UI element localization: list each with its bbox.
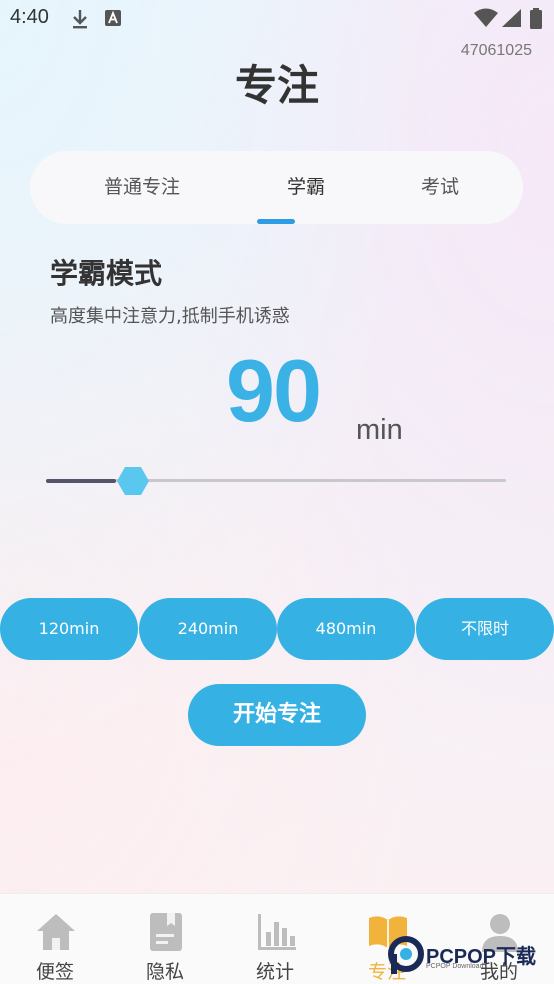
status-time: 4:40 [10, 6, 49, 28]
start-focus-button[interactable]: 开始专注 [188, 684, 366, 746]
watermark-subtext: PCPOP Download [426, 963, 484, 970]
page-title: 专注 [234, 61, 319, 110]
preset-480min-button[interactable]: 480min [277, 598, 415, 660]
nav-label: 统计 [255, 961, 294, 983]
tab-active-indicator [257, 219, 295, 224]
battery-icon [529, 8, 543, 34]
nav-item-privacy[interactable]: 隐私 [110, 894, 220, 984]
download-icon [70, 8, 90, 34]
notebook-icon [145, 912, 187, 952]
bar-chart-icon [255, 912, 297, 952]
nav-label: 隐私 [145, 961, 184, 983]
tab-exam[interactable]: 考试 [358, 151, 522, 224]
pcpop-logo-icon [388, 936, 424, 974]
slider-fill [46, 479, 117, 483]
status-bar: 4:40 [0, 0, 554, 38]
preset-120min-button[interactable]: 120min [0, 598, 138, 660]
timer-unit: min [356, 414, 403, 446]
nav-item-stats[interactable]: 统计 [220, 894, 330, 984]
tab-normal-focus[interactable]: 普通专注 [60, 151, 224, 224]
preset-unlimited-button[interactable]: 不限时 [416, 598, 554, 660]
signal-icon [500, 8, 522, 32]
mode-description: 高度集中注意力,抵制手机诱惑 [50, 306, 290, 327]
slider-thumb[interactable] [116, 466, 150, 496]
home-icon [35, 912, 77, 952]
a-box-icon [104, 8, 122, 32]
mode-tabs: 普通专注 学霸 考试 [30, 151, 523, 224]
timer-minutes: 90 [226, 341, 322, 440]
preset-240min-button[interactable]: 240min [139, 598, 277, 660]
mode-title: 学霸模式 [50, 257, 163, 290]
nav-label: 便签 [35, 961, 74, 983]
pcpop-watermark: PCPOP下载 PCPOP Download [386, 930, 554, 984]
wifi-icon [474, 8, 498, 32]
nav-item-notes[interactable]: 便签 [0, 894, 110, 984]
duration-slider[interactable] [46, 466, 506, 496]
preset-buttons: 120min 240min 480min 不限时 [0, 598, 554, 660]
